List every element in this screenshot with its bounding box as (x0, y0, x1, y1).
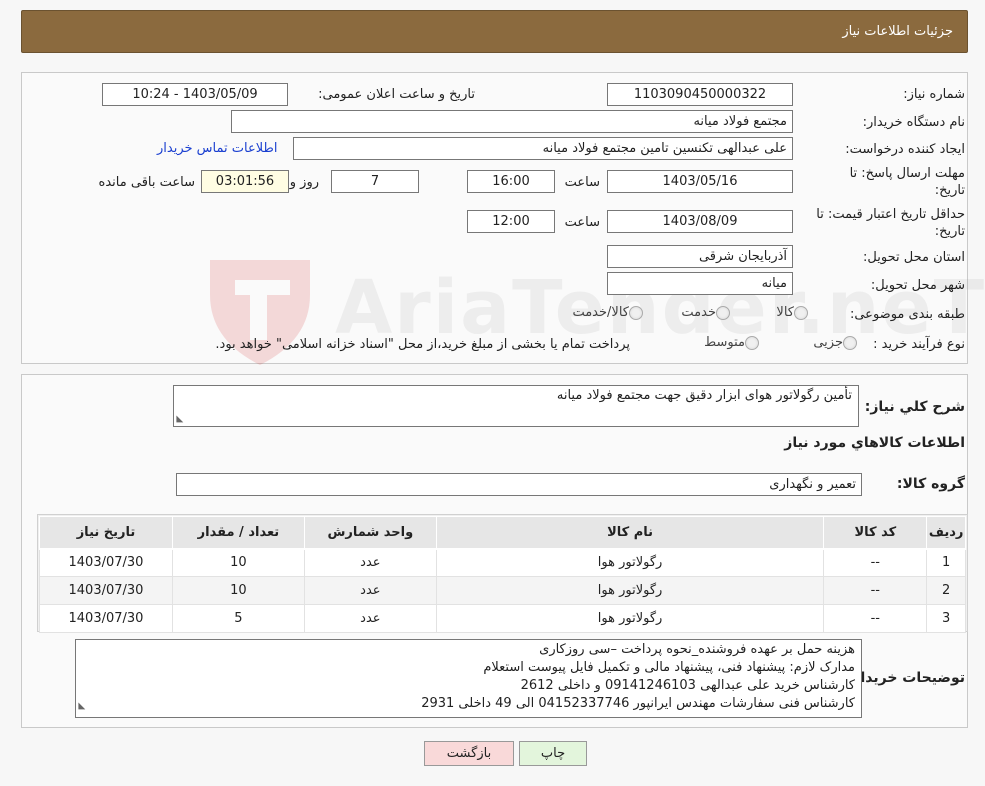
category-option-goods-service[interactable]: کالا/خدمت (564, 305, 643, 320)
remaining-label: ساعت باقی مانده (98, 175, 195, 190)
cell-quantity: 10 (171, 576, 305, 605)
table-row[interactable]: 3 -- رگولاتور هوا عدد 5 1403/07/30 (39, 604, 966, 633)
purchase-option-minor[interactable]: جزیی (805, 335, 857, 350)
table-row[interactable]: 2 -- رگولاتور هوا عدد 10 1403/07/30 (39, 576, 966, 605)
cell-need-date: 1403/07/30 (39, 548, 173, 577)
col-header-name: نام کالا (435, 516, 825, 550)
deadline-time-label: ساعت (564, 175, 600, 190)
buyer-org-label: نام دستگاه خریدار: (862, 115, 965, 130)
validity-date-field[interactable]: 1403/08/09 (607, 210, 793, 233)
goods-section-title: اطلاعات کالاهاي مورد نياز (784, 435, 965, 451)
category-option-goods[interactable]: کالا (768, 305, 808, 320)
days-label: روز و (289, 175, 319, 190)
deadline-time-field[interactable]: 16:00 (467, 170, 555, 193)
deadline-label-line1: مهلت ارسال پاسخ: تا (849, 166, 965, 181)
deadline-date-field[interactable]: 1403/05/16 (607, 170, 793, 193)
need-number-label: شماره نیاز: (903, 87, 965, 102)
general-description-text: تأمین رگولاتور هوای ابزار دقیق جهت مجتمع… (556, 388, 852, 403)
validity-time-label: ساعت (564, 215, 600, 230)
purchase-type-label: نوع فرآیند خرید : (873, 337, 965, 352)
page-header: جزئیات اطلاعات نیاز (21, 10, 968, 53)
cell-unit: عدد (303, 576, 437, 605)
requester-field[interactable]: علی عبدالهی تکنسین تامین مجتمع فولاد میا… (293, 137, 793, 160)
cell-code: -- (823, 548, 928, 577)
cell-row-number: 2 (926, 576, 966, 605)
buyer-contact-link[interactable]: اطلاعات تماس خریدار (157, 141, 277, 156)
back-button[interactable]: بازگشت (424, 741, 514, 766)
cell-name: رگولاتور هوا (435, 576, 825, 605)
radio-icon (745, 335, 759, 350)
col-header-row-number: ردیف (926, 516, 966, 550)
province-field[interactable]: آذربایجان شرقی (607, 245, 793, 268)
buyer-notes-label: توضیحات خریدار: (846, 670, 965, 686)
goods-group-label: گروه کالا: (896, 476, 965, 492)
col-header-unit: واحد شمارش (303, 516, 437, 550)
table-row[interactable]: 1 -- رگولاتور هوا عدد 10 1403/07/30 (39, 548, 966, 577)
purchase-option-medium[interactable]: متوسط (696, 335, 759, 350)
goods-group-field[interactable]: تعمیر و نگهداری (176, 473, 862, 496)
col-header-need-date: تاریخ نیاز (39, 516, 173, 550)
items-table: ردیف کد کالا نام کالا واحد شمارش تعداد /… (39, 516, 966, 633)
buyer-notes-line: مدارک لازم: پیشنهاد فنی، پیشنهاد مالی و … (483, 660, 855, 675)
city-field[interactable]: میانه (607, 272, 793, 295)
radio-icon (843, 335, 857, 350)
radio-icon (629, 305, 643, 320)
buyer-notes-line: کارشناس خرید علی عبدالهی 09141246103 و د… (520, 678, 855, 693)
validity-time-field[interactable]: 12:00 (467, 210, 555, 233)
table-header-row: ردیف کد کالا نام کالا واحد شمارش تعداد /… (39, 516, 966, 550)
province-label: استان محل تحویل: (863, 250, 965, 265)
category-label: طبقه بندی موضوعی: (849, 307, 965, 322)
validity-label-line2: تاریخ: (934, 224, 965, 239)
cell-unit: عدد (303, 548, 437, 577)
print-button[interactable]: چاپ (519, 741, 587, 766)
page-title: جزئیات اطلاعات نیاز (842, 24, 953, 39)
cell-need-date: 1403/07/30 (39, 604, 173, 633)
deadline-label-line2: تاریخ: (934, 183, 965, 198)
general-description-label: شرح کلي نياز: (864, 399, 965, 415)
cell-row-number: 1 (926, 548, 966, 577)
col-header-quantity: تعداد / مقدار (171, 516, 305, 550)
resize-grip-icon: ◢ (76, 702, 87, 710)
cell-unit: عدد (303, 604, 437, 633)
cell-quantity: 10 (171, 548, 305, 577)
cell-need-date: 1403/07/30 (39, 576, 173, 605)
requester-label: ایجاد کننده درخواست: (845, 142, 965, 157)
buyer-notes-line: کارشناس فنی سفارشات مهندس ایرانپور 04152… (421, 696, 855, 711)
cell-name: رگولاتور هوا (435, 604, 825, 633)
radio-icon (716, 305, 730, 320)
city-label: شهر محل تحویل: (870, 278, 965, 293)
resize-grip-icon: ◢ (174, 415, 185, 423)
buyer-org-field[interactable]: مجتمع فولاد میانه (231, 110, 793, 133)
cell-code: -- (823, 604, 928, 633)
remaining-time-field[interactable]: 03:01:56 (201, 170, 289, 193)
radio-icon (794, 305, 808, 320)
general-description-field[interactable]: تأمین رگولاتور هوای ابزار دقیق جهت مجتمع… (173, 385, 859, 427)
buyer-notes-line: هزینه حمل بر عهده فروشنده_نحوه پرداخت –س… (539, 642, 855, 657)
announce-field[interactable]: 1403/05/09 - 10:24 (102, 83, 288, 106)
category-option-service[interactable]: خدمت (673, 305, 730, 320)
col-header-code: کد کالا (823, 516, 928, 550)
cell-name: رگولاتور هوا (435, 548, 825, 577)
purchase-note: پرداخت تمام یا بخشی از مبلغ خرید،از محل … (215, 337, 630, 352)
days-field[interactable]: 7 (331, 170, 419, 193)
cell-code: -- (823, 576, 928, 605)
cell-row-number: 3 (926, 604, 966, 633)
announce-label: تاریخ و ساعت اعلان عمومی: (318, 87, 475, 102)
cell-quantity: 5 (171, 604, 305, 633)
need-number-field[interactable]: 1103090450000322 (607, 83, 793, 106)
validity-label-line1: حداقل تاریخ اعتبار قیمت: تا (816, 207, 965, 222)
buyer-notes-field[interactable]: هزینه حمل بر عهده فروشنده_نحوه پرداخت –س… (75, 639, 862, 718)
